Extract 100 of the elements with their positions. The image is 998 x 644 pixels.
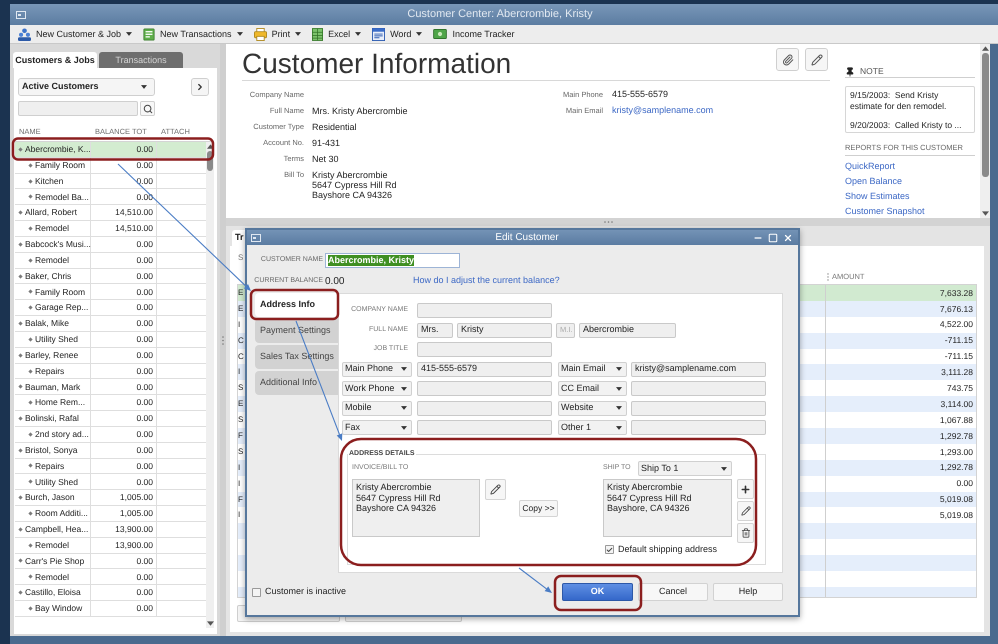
toolbar-button[interactable]: New Customer & Job bbox=[18, 28, 132, 40]
address-field[interactable]: Kristy Abercrombie 5647 Cypress Hill Rd Bayshore CA 94326 bbox=[352, 479, 480, 537]
customer-row[interactable]: Repairs 0.00 bbox=[15, 458, 206, 474]
search-button[interactable] bbox=[140, 101, 155, 116]
customer-row[interactable]: 2nd story ad... 0.00 bbox=[15, 426, 206, 443]
customer-row[interactable]: Bay Window 0.00 bbox=[15, 601, 206, 617]
amount-cell[interactable]: 7,676.13 bbox=[826, 300, 976, 317]
scroll-down-icon[interactable] bbox=[982, 211, 988, 216]
customer-row[interactable]: Bristol, Sonya 0.00 bbox=[15, 442, 206, 459]
customer-row[interactable]: Utility Shed 0.00 bbox=[15, 332, 206, 348]
customer-row[interactable]: Campbell, Hea... 13,900.00 bbox=[15, 522, 206, 538]
toolbar-button[interactable]: Income Tracker bbox=[433, 29, 514, 39]
scroll-down-icon[interactable] bbox=[206, 621, 214, 626]
amount-cell[interactable]: 3,111.28 bbox=[826, 364, 976, 380]
checkbox[interactable] bbox=[605, 545, 614, 554]
toolbar-button[interactable]: Print bbox=[254, 28, 302, 40]
search-field[interactable] bbox=[18, 101, 138, 116]
close-icon[interactable] bbox=[783, 232, 793, 242]
report-link[interactable]: Show Estimates bbox=[845, 191, 910, 202]
edit-button[interactable] bbox=[485, 479, 506, 500]
edit-button[interactable] bbox=[805, 48, 828, 71]
checkbox[interactable] bbox=[252, 588, 261, 596]
scroll-up-icon[interactable] bbox=[982, 46, 988, 51]
input-field[interactable]: Abercrombie, Kristy bbox=[325, 253, 460, 268]
customer-row[interactable]: Remodel 13,900.00 bbox=[15, 538, 206, 554]
report-link[interactable]: QuickReport bbox=[845, 161, 896, 172]
dropdown[interactable]: Other 1 bbox=[558, 420, 627, 435]
input-field[interactable]: Abercrombie bbox=[579, 322, 676, 338]
ok-button[interactable]: OK bbox=[562, 583, 633, 601]
help-link[interactable]: How do I adjust the current balance? bbox=[413, 274, 560, 288]
dropdown[interactable]: CC Email bbox=[558, 381, 627, 396]
amount-cell[interactable]: 3,114.00 bbox=[826, 396, 976, 412]
dropdown[interactable]: Fax bbox=[342, 420, 412, 435]
input-field[interactable] bbox=[417, 400, 552, 416]
customer-row[interactable]: Remodel 0.00 bbox=[15, 252, 206, 269]
tab[interactable]: Address Info bbox=[255, 293, 339, 317]
scroll-up-icon[interactable] bbox=[206, 144, 214, 149]
input-field[interactable] bbox=[631, 381, 766, 396]
amount-cell[interactable]: -711.15 bbox=[826, 348, 976, 364]
toolbar-button[interactable]: New Transactions bbox=[143, 28, 243, 40]
dropdown[interactable]: Mobile bbox=[342, 400, 412, 416]
window-menu-icon[interactable] bbox=[16, 10, 26, 18]
filter-dropdown[interactable]: Active Customers bbox=[18, 78, 155, 96]
report-link[interactable]: Open Balance bbox=[845, 176, 902, 188]
customer-row[interactable]: Abercrombie, K... 0.00 bbox=[15, 142, 206, 158]
customer-row[interactable]: Balak, Mike 0.00 bbox=[15, 316, 206, 332]
input-field[interactable]: Mrs. bbox=[417, 322, 453, 338]
input-field[interactable]: Kristy bbox=[457, 322, 552, 338]
amount-cell[interactable]: 5,019.08 bbox=[826, 492, 976, 508]
customer-row[interactable]: Castillo, Eloisa 0.00 bbox=[15, 585, 206, 602]
dropdown[interactable]: Website bbox=[558, 400, 627, 416]
attach-button[interactable] bbox=[776, 48, 799, 71]
scrollbar[interactable] bbox=[980, 44, 990, 218]
customer-row[interactable]: Home Rem... 0.00 bbox=[15, 395, 206, 412]
amount-cell[interactable]: -711.15 bbox=[826, 332, 976, 349]
copy-button[interactable]: Copy >> bbox=[519, 500, 558, 517]
customer-row[interactable]: Bolinski, Rafal 0.00 bbox=[15, 411, 206, 427]
input-field[interactable]: kristy@samplename.com bbox=[631, 362, 766, 376]
customer-row[interactable]: Allard, Robert 14,510.00 bbox=[15, 205, 206, 222]
customer-row[interactable]: Utility Shed 0.00 bbox=[15, 474, 206, 490]
input-field[interactable] bbox=[417, 420, 552, 435]
edit-button[interactable] bbox=[737, 501, 754, 521]
customer-row[interactable]: Babcock's Musi... 0.00 bbox=[15, 236, 206, 253]
email-link[interactable]: kristy@samplename.com bbox=[612, 104, 714, 118]
amount-cell[interactable]: 1,292.78 bbox=[826, 428, 976, 444]
dropdown[interactable]: Work Phone bbox=[342, 381, 412, 396]
dropdown[interactable]: Ship To 1 bbox=[638, 461, 732, 476]
tab[interactable]: Additional Info bbox=[255, 371, 339, 395]
customer-row[interactable]: Remodel Ba... 0.00 bbox=[15, 189, 206, 206]
dropdown[interactable]: Main Phone bbox=[342, 362, 412, 376]
customer-row[interactable]: Carr's Pie Shop 0.00 bbox=[15, 554, 206, 570]
customer-row[interactable]: Room Additi... 1,005.00 bbox=[15, 506, 206, 522]
customer-row[interactable]: Remodel 14,510.00 bbox=[15, 221, 206, 237]
amount-cell[interactable]: 7,633.28 bbox=[826, 285, 976, 301]
toolbar-button[interactable]: Word bbox=[372, 28, 422, 40]
maximize-icon[interactable] bbox=[768, 232, 778, 242]
customer-row[interactable]: Family Room 0.00 bbox=[15, 284, 206, 300]
dropdown[interactable]: Main Email bbox=[558, 362, 627, 376]
input-field[interactable] bbox=[631, 400, 766, 416]
input-field[interactable] bbox=[417, 303, 552, 318]
tab[interactable]: Customers & Jobs bbox=[13, 52, 97, 68]
customer-row[interactable]: Barley, Renee 0.00 bbox=[15, 348, 206, 364]
customer-row[interactable]: Bauman, Mark 0.00 bbox=[15, 379, 206, 396]
delete-button[interactable] bbox=[737, 523, 754, 543]
input-field[interactable] bbox=[417, 342, 552, 357]
customer-row[interactable]: Baker, Chris 0.00 bbox=[15, 268, 206, 284]
input-field[interactable]: 415-555-6579 bbox=[417, 362, 552, 376]
report-link[interactable]: Customer Snapshot bbox=[845, 206, 925, 218]
amount-cell[interactable]: 1,292.78 bbox=[826, 460, 976, 476]
dialog-button[interactable]: Help bbox=[713, 583, 783, 601]
customer-row[interactable]: Remodel 0.00 bbox=[15, 569, 206, 586]
customer-row[interactable]: Garage Rep... 0.00 bbox=[15, 300, 206, 316]
scrollbar-thumb[interactable] bbox=[982, 53, 988, 177]
address-field[interactable]: Kristy Abercrombie 5647 Cypress Hill Rd Bayshore, CA 94326 bbox=[603, 479, 732, 537]
customer-row[interactable]: Repairs 0.00 bbox=[15, 364, 206, 380]
window-menu-icon[interactable] bbox=[251, 234, 261, 242]
customer-row[interactable]: Burch, Jason 1,005.00 bbox=[15, 490, 206, 506]
expand-button[interactable] bbox=[191, 78, 209, 96]
scrollbar[interactable] bbox=[206, 142, 214, 628]
dialog-button[interactable]: Cancel bbox=[638, 583, 708, 601]
